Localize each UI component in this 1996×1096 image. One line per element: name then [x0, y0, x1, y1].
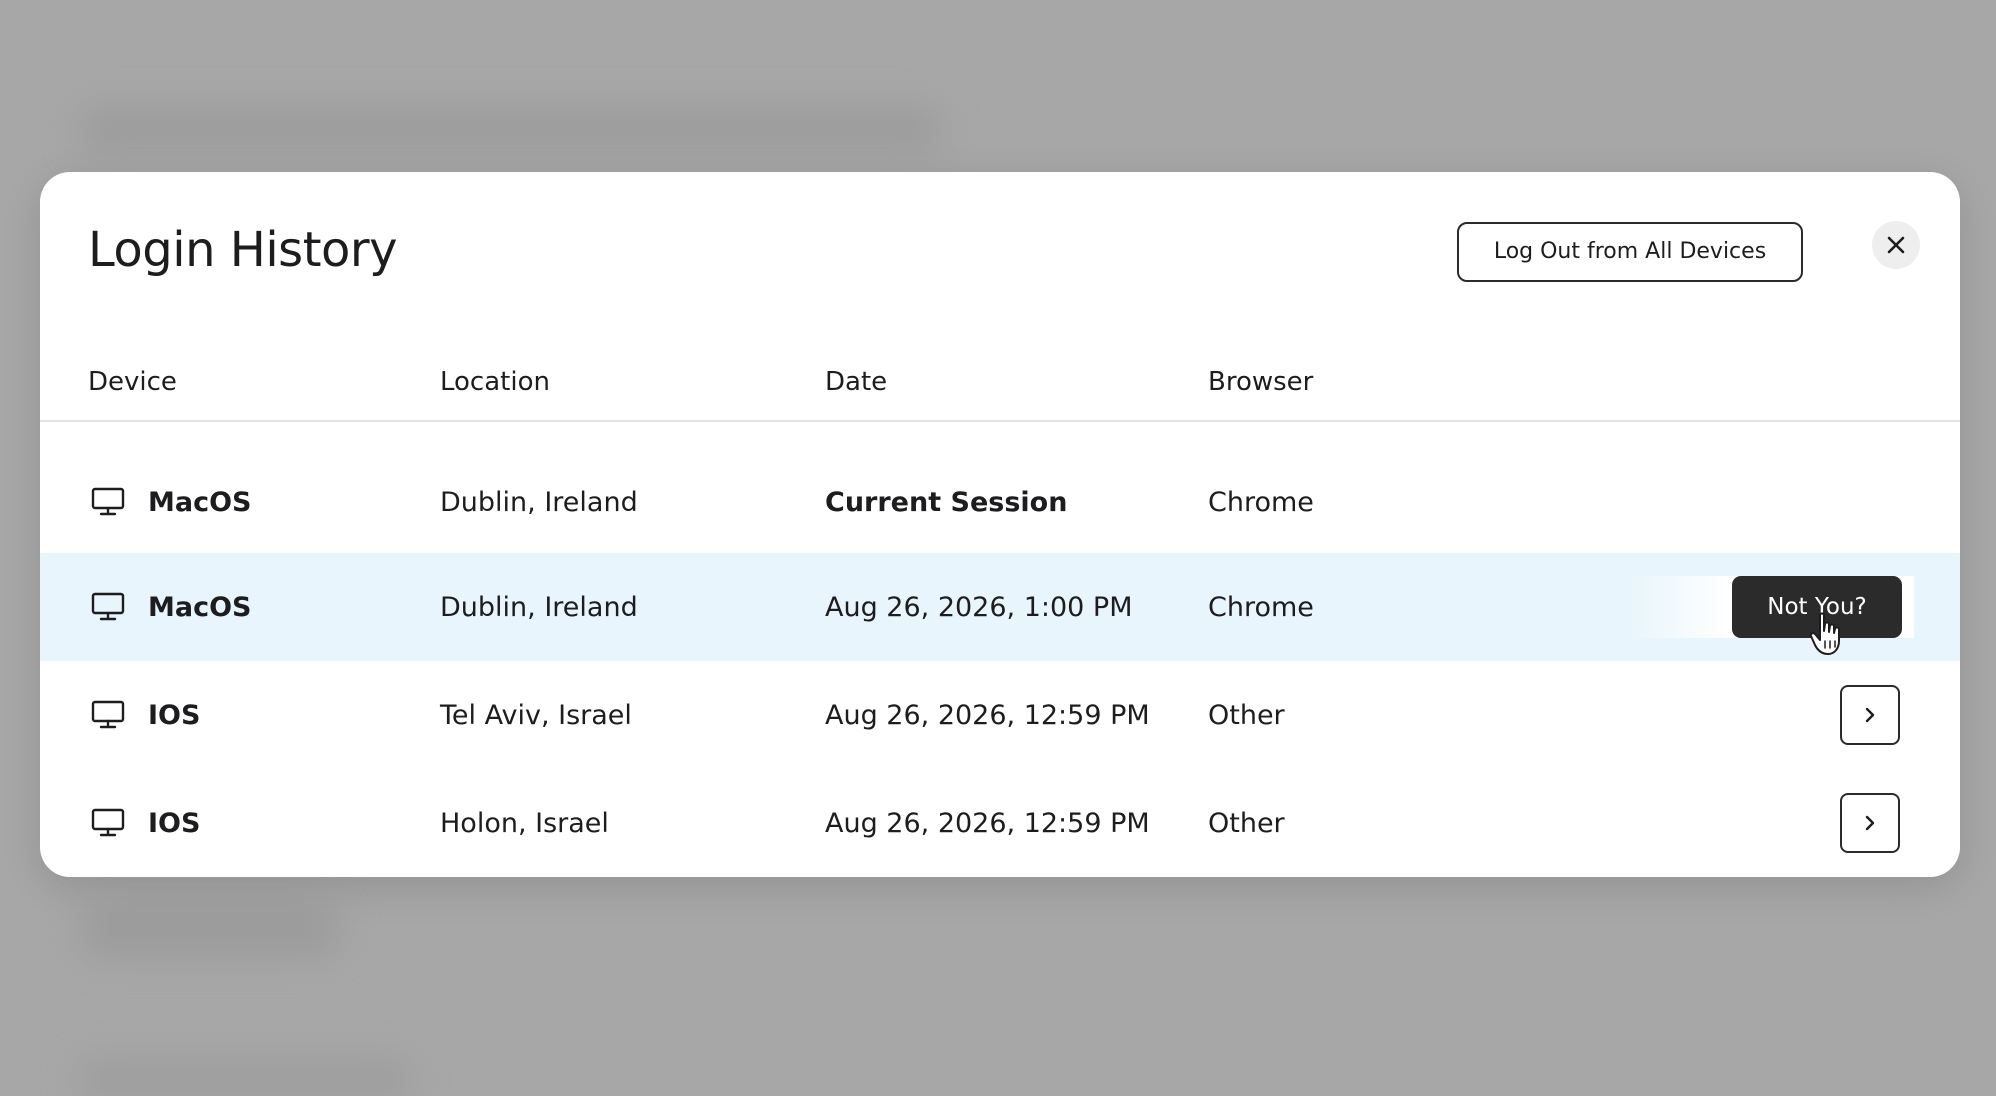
device-name: MacOS: [148, 591, 252, 623]
login-history-modal: Login History Log Out from All Devices D…: [40, 172, 1960, 877]
blurred-background-shape: [80, 1065, 410, 1095]
date-cell: Aug 26, 2026, 1:00 PM: [825, 591, 1133, 623]
column-header-date: Date: [825, 367, 888, 397]
hand-pointer-cursor-icon: [1809, 612, 1840, 655]
blurred-background-shape: [80, 905, 340, 955]
chevron-right-icon: [1865, 815, 1875, 831]
column-header-browser: Browser: [1208, 367, 1314, 397]
column-header-location: Location: [440, 367, 550, 397]
location-cell: Dublin, Ireland: [440, 486, 638, 518]
close-icon: [1887, 236, 1905, 254]
device-name: IOS: [148, 807, 201, 839]
modal-title: Login History: [88, 222, 398, 278]
row-details-button[interactable]: [1840, 685, 1900, 745]
chevron-right-icon: [1865, 707, 1875, 723]
device-name: IOS: [148, 699, 201, 731]
browser-cell: Other: [1208, 807, 1285, 839]
blurred-background-shape: [80, 110, 940, 150]
browser-cell: Chrome: [1208, 591, 1314, 623]
device-cell: IOS: [90, 661, 200, 769]
desktop-icon: [91, 808, 125, 837]
table-row-hovered[interactable]: MacOS Dublin, Ireland Aug 26, 2026, 1:00…: [40, 553, 1960, 661]
desktop-icon: [91, 487, 125, 516]
date-cell: Aug 26, 2026, 12:59 PM: [825, 699, 1150, 731]
location-cell: Dublin, Ireland: [440, 591, 638, 623]
date-cell: Aug 26, 2026, 12:59 PM: [825, 807, 1150, 839]
date-cell: Current Session: [825, 486, 1068, 518]
browser-cell: Chrome: [1208, 486, 1314, 518]
device-name: MacOS: [148, 486, 252, 518]
row-details-button[interactable]: [1840, 793, 1900, 853]
device-cell: MacOS: [90, 448, 252, 556]
desktop-icon: [91, 592, 125, 621]
table-row: MacOS Dublin, Ireland Current Session Ch…: [40, 448, 1960, 556]
browser-cell: Other: [1208, 699, 1285, 731]
column-header-device: Device: [88, 367, 177, 397]
location-cell: Holon, Israel: [440, 807, 609, 839]
location-cell: Tel Aviv, Israel: [440, 699, 632, 731]
log-out-all-devices-button[interactable]: Log Out from All Devices: [1457, 222, 1803, 282]
device-cell: IOS: [90, 769, 200, 877]
desktop-icon: [91, 700, 125, 729]
table-row: IOS Tel Aviv, Israel Aug 26, 2026, 12:59…: [40, 661, 1960, 769]
table-row: IOS Holon, Israel Aug 26, 2026, 12:59 PM…: [40, 769, 1960, 877]
device-cell: MacOS: [90, 553, 252, 661]
table-header: Device Location Date Browser: [40, 362, 1960, 422]
close-button[interactable]: [1872, 221, 1920, 269]
